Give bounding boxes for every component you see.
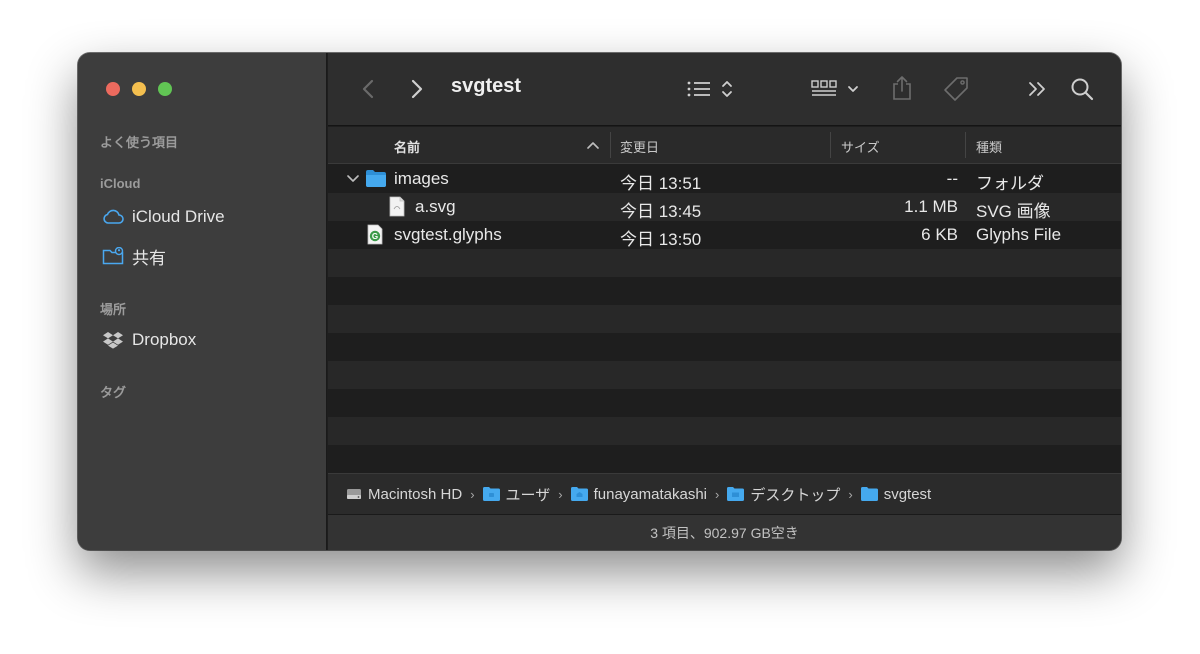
path-item-svgtest[interactable]: svgtest bbox=[860, 485, 932, 503]
empty-row bbox=[328, 361, 1121, 389]
sidebar-section-favorites[interactable]: よく使う項目 bbox=[100, 132, 178, 151]
sidebar-item-label: iCloud Drive bbox=[132, 207, 225, 226]
path-item-label: Macintosh HD bbox=[368, 485, 463, 503]
file-size: 6 KB bbox=[921, 225, 958, 244]
path-item-macintosh-hd[interactable]: Macintosh HD bbox=[346, 486, 462, 503]
status-text: 3 項目、902.97 GB空き bbox=[650, 524, 799, 541]
column-size[interactable]: サイズ bbox=[841, 137, 880, 156]
sidebar-item-label: 共有 bbox=[132, 248, 166, 268]
sidebar-item-shared[interactable]: 共有 bbox=[102, 242, 166, 270]
column-modified[interactable]: 変更日 bbox=[620, 137, 659, 156]
empty-row bbox=[328, 445, 1121, 473]
file-kind: Glyphs File bbox=[976, 225, 1062, 244]
sidebar: よく使う項目 iCloud iCloud Drive 共有 場所 Dropbox… bbox=[78, 53, 327, 550]
file-size: -- bbox=[946, 169, 958, 188]
path-separator-icon: › bbox=[470, 486, 475, 502]
path-item-label: デスクトップ bbox=[750, 486, 841, 504]
hard-drive-icon bbox=[347, 489, 361, 499]
sort-ascending-icon[interactable] bbox=[587, 141, 599, 149]
path-item-desktop[interactable]: デスクトップ bbox=[727, 484, 840, 505]
file-name: images bbox=[394, 169, 449, 188]
share-button[interactable] bbox=[890, 74, 914, 102]
share-icon bbox=[893, 76, 911, 100]
back-button[interactable] bbox=[356, 77, 380, 101]
svg-file-icon bbox=[389, 196, 405, 217]
column-divider[interactable] bbox=[610, 132, 611, 158]
empty-row bbox=[328, 333, 1121, 361]
forward-button[interactable] bbox=[405, 77, 429, 101]
sidebar-section-locations[interactable]: 場所 bbox=[100, 299, 126, 318]
window-controls bbox=[106, 82, 172, 96]
close-button[interactable] bbox=[106, 82, 120, 96]
column-header: 名前 変更日 サイズ 種類 bbox=[328, 127, 1121, 164]
dropbox-icon bbox=[102, 329, 124, 351]
view-mode-button[interactable] bbox=[686, 77, 738, 101]
forward-icon bbox=[411, 79, 423, 99]
empty-row bbox=[328, 305, 1121, 333]
empty-row bbox=[328, 277, 1121, 305]
path-item-label: svgtest bbox=[883, 485, 932, 503]
shared-folder-icon bbox=[102, 245, 124, 267]
path-bar: Macintosh HD › ユーザ › funayamatakashi › デ… bbox=[328, 473, 1121, 514]
column-divider[interactable] bbox=[830, 132, 831, 158]
file-list: images 今日 13:51 -- フォルダ a.svg 今日 13:45 1… bbox=[328, 165, 1121, 473]
sidebar-item-icloud-drive[interactable]: iCloud Drive bbox=[102, 203, 225, 231]
minimize-button[interactable] bbox=[132, 82, 146, 96]
file-modified: 今日 13:51 bbox=[620, 174, 702, 193]
empty-row bbox=[328, 389, 1121, 417]
glyphs-file-icon: G bbox=[367, 224, 383, 245]
back-icon bbox=[362, 79, 374, 99]
column-divider[interactable] bbox=[965, 132, 966, 158]
folder-icon bbox=[366, 170, 386, 187]
path-separator-icon: › bbox=[848, 486, 853, 502]
zoom-button[interactable] bbox=[158, 82, 172, 96]
svg-text:G: G bbox=[372, 232, 378, 241]
file-size: 1.1 MB bbox=[904, 197, 958, 216]
file-name: svgtest.glyphs bbox=[394, 225, 502, 244]
path-separator-icon: › bbox=[558, 486, 563, 502]
file-row[interactable]: a.svg 今日 13:45 1.1 MB SVG 画像 bbox=[328, 193, 1121, 221]
path-item-label: funayamatakashi bbox=[593, 485, 707, 503]
sidebar-item-dropbox[interactable]: Dropbox bbox=[102, 326, 196, 354]
file-row[interactable]: G svgtest.glyphs 今日 13:50 6 KB Glyphs Fi… bbox=[328, 221, 1121, 249]
sidebar-section-tags[interactable]: タグ bbox=[100, 382, 126, 401]
file-modified: 今日 13:50 bbox=[620, 230, 702, 249]
folder-icon bbox=[860, 487, 878, 501]
more-button[interactable] bbox=[1026, 78, 1050, 100]
sidebar-item-label: Dropbox bbox=[132, 330, 197, 349]
path-item-label: ユーザ bbox=[505, 486, 551, 504]
path-item-users[interactable]: ユーザ bbox=[482, 484, 551, 505]
more-icon bbox=[1029, 82, 1045, 96]
disclosure-chevron-down-icon[interactable] bbox=[347, 174, 359, 183]
file-row[interactable]: images 今日 13:51 -- フォルダ bbox=[328, 165, 1121, 193]
file-kind: SVG 画像 bbox=[976, 202, 1051, 221]
file-name: a.svg bbox=[415, 197, 456, 216]
empty-row bbox=[328, 417, 1121, 445]
list-view-icon bbox=[687, 81, 732, 97]
gallery-view-icon bbox=[811, 80, 858, 96]
file-modified: 今日 13:45 bbox=[620, 202, 702, 221]
column-kind[interactable]: 種類 bbox=[976, 137, 1002, 156]
path-separator-icon: › bbox=[715, 486, 720, 502]
home-folder-icon bbox=[570, 487, 588, 501]
desktop-folder-icon bbox=[727, 487, 745, 501]
finder-window: よく使う項目 iCloud iCloud Drive 共有 場所 Dropbox… bbox=[78, 53, 1121, 550]
toolbar: svgtest bbox=[328, 53, 1121, 126]
folder-icon bbox=[482, 487, 500, 501]
tag-button[interactable] bbox=[941, 75, 971, 103]
column-name[interactable]: 名前 bbox=[394, 137, 420, 156]
group-button[interactable] bbox=[811, 77, 861, 101]
file-kind: フォルダ bbox=[976, 174, 1044, 193]
empty-row bbox=[328, 249, 1121, 277]
window-title: svgtest bbox=[451, 75, 522, 97]
search-icon bbox=[1071, 78, 1094, 101]
sidebar-section-icloud[interactable]: iCloud bbox=[100, 176, 140, 191]
cloud-icon bbox=[102, 206, 124, 228]
tag-icon bbox=[944, 77, 968, 101]
search-button[interactable] bbox=[1069, 76, 1095, 102]
status-bar: 3 項目、902.97 GB空き bbox=[328, 514, 1121, 550]
path-item-home[interactable]: funayamatakashi bbox=[570, 485, 707, 503]
